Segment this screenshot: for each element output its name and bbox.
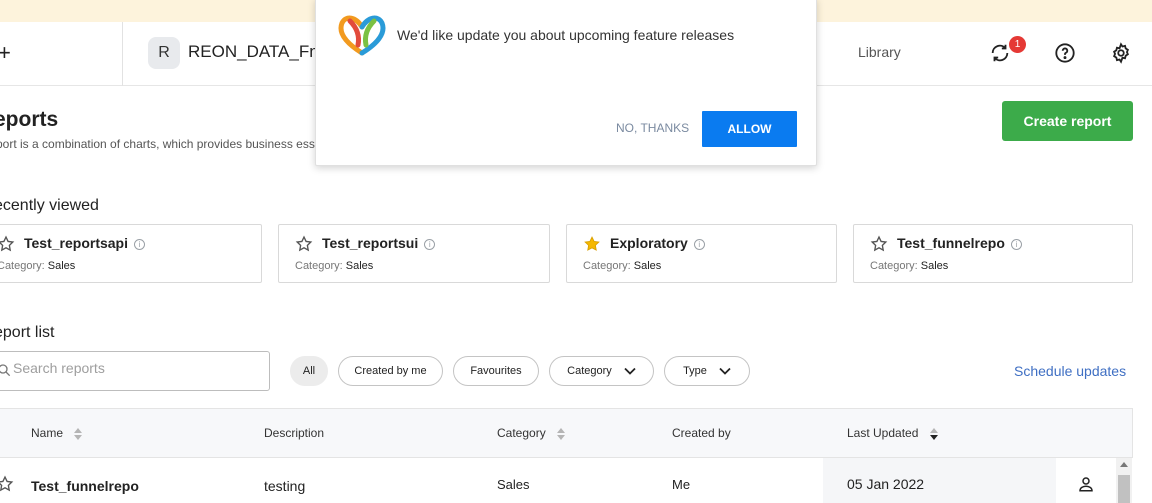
- chip-label: Category: [567, 365, 612, 377]
- report-list-heading: eport list: [0, 324, 55, 341]
- scroll-up-arrow-icon[interactable]: [1120, 462, 1128, 467]
- star-outline-icon[interactable]: [0, 235, 15, 253]
- row-description: testing: [264, 478, 306, 494]
- row-created-by: Me: [672, 477, 691, 492]
- filter-chip-all[interactable]: All: [290, 356, 328, 386]
- card-name: Exploratory: [610, 235, 688, 251]
- column-header-description: Description: [264, 426, 325, 440]
- nav-item-library[interactable]: Library: [858, 44, 901, 60]
- column-label: Category: [497, 426, 546, 440]
- card-category-label: Category:: [583, 260, 631, 272]
- sort-icon[interactable]: [557, 427, 566, 440]
- recent-card[interactable]: Exploratory i Category: Sales: [566, 224, 837, 283]
- info-icon[interactable]: i: [1010, 239, 1022, 250]
- card-name: Test_reportsapi: [24, 235, 128, 251]
- chevron-down-icon: [719, 367, 731, 375]
- card-category-label: Category:: [0, 260, 45, 272]
- table-row[interactable]: Test_funnelrepo testing Sales Me 05 Jan …: [0, 458, 1133, 503]
- filter-chip-created-by-me[interactable]: Created by me: [338, 356, 443, 386]
- info-icon[interactable]: i: [134, 239, 145, 250]
- column-header-name[interactable]: Name: [31, 426, 83, 440]
- popup-message: We'd like update you about upcoming feat…: [397, 27, 735, 43]
- column-label: Name: [31, 426, 64, 440]
- card-category: Sales: [920, 260, 949, 272]
- table-header: Name Description Category Created by Las…: [0, 408, 1133, 458]
- row-category: Sales: [497, 477, 530, 492]
- search-icon: [0, 364, 11, 377]
- star-outline-icon[interactable]: [870, 235, 888, 253]
- card-category-label: Category:: [295, 260, 343, 272]
- card-category: Sales: [47, 260, 76, 272]
- user-icon[interactable]: [1077, 475, 1095, 493]
- search-box: [0, 351, 270, 391]
- filter-dropdown-category[interactable]: Category: [549, 356, 654, 386]
- sort-desc-icon[interactable]: [929, 427, 938, 440]
- sort-icon[interactable]: [74, 427, 83, 440]
- info-icon[interactable]: i: [424, 239, 436, 250]
- help-icon[interactable]: [1052, 40, 1078, 66]
- settings-gear-icon[interactable]: [1108, 40, 1134, 66]
- page-title: eports: [0, 108, 59, 131]
- card-category-label: Category:: [870, 260, 918, 272]
- recent-card[interactable]: Test_reportsui i Category: Sales: [278, 224, 550, 283]
- notification-badge: 1: [1009, 36, 1026, 53]
- row-name[interactable]: Test_funnelrepo: [31, 478, 139, 494]
- filter-dropdown-type[interactable]: Type: [664, 356, 750, 386]
- chip-label: All: [302, 365, 316, 377]
- info-icon[interactable]: i: [693, 239, 705, 250]
- recently-viewed-heading: ecently viewed: [0, 197, 99, 214]
- table-scrollbar[interactable]: [1116, 458, 1132, 503]
- recent-card[interactable]: Test_funnelrepo i Category: Sales: [853, 224, 1133, 283]
- star-outline-icon[interactable]: [295, 235, 313, 253]
- star-filled-icon[interactable]: [583, 235, 601, 253]
- card-name: Test_reportsui: [322, 235, 419, 251]
- topbar-divider: [122, 22, 123, 86]
- column-header-category[interactable]: Category: [497, 426, 566, 440]
- scrollbar-thumb[interactable]: [1118, 475, 1130, 503]
- no-thanks-button[interactable]: NO, THANKS: [616, 121, 689, 135]
- create-report-button[interactable]: Create report: [1002, 101, 1133, 141]
- column-header-last-updated[interactable]: Last Updated: [847, 426, 938, 440]
- search-input[interactable]: [13, 360, 253, 376]
- chevron-down-icon: [624, 367, 636, 375]
- add-button[interactable]: +: [0, 40, 11, 66]
- workspace-name[interactable]: REON_DATA_FnB: [188, 42, 330, 62]
- star-outline-icon[interactable]: [0, 475, 14, 493]
- filter-chip-favourites[interactable]: Favourites: [453, 356, 539, 386]
- allow-button[interactable]: ALLOW: [702, 111, 797, 147]
- notification-permission-popup: We'd like update you about upcoming feat…: [315, 0, 817, 166]
- chip-label: Created by me: [354, 365, 427, 377]
- card-category: Sales: [633, 260, 662, 272]
- column-header-created-by: Created by: [672, 426, 731, 440]
- brand-logo-icon: [338, 15, 386, 56]
- row-last-updated: 05 Jan 2022: [847, 476, 925, 492]
- card-name: Test_funnelrepo: [897, 235, 1005, 251]
- schedule-updates-link[interactable]: Schedule updates: [1014, 363, 1126, 379]
- workspace-avatar[interactable]: R: [148, 37, 180, 69]
- chip-label: Favourites: [470, 365, 522, 377]
- recent-card[interactable]: Test_reportsapi i Category: Sales: [0, 224, 262, 283]
- page-subtitle: port is a combination of charts, which p…: [0, 137, 315, 151]
- chip-label: Type: [683, 365, 707, 377]
- column-label: Last Updated: [847, 426, 919, 440]
- card-category: Sales: [345, 260, 374, 272]
